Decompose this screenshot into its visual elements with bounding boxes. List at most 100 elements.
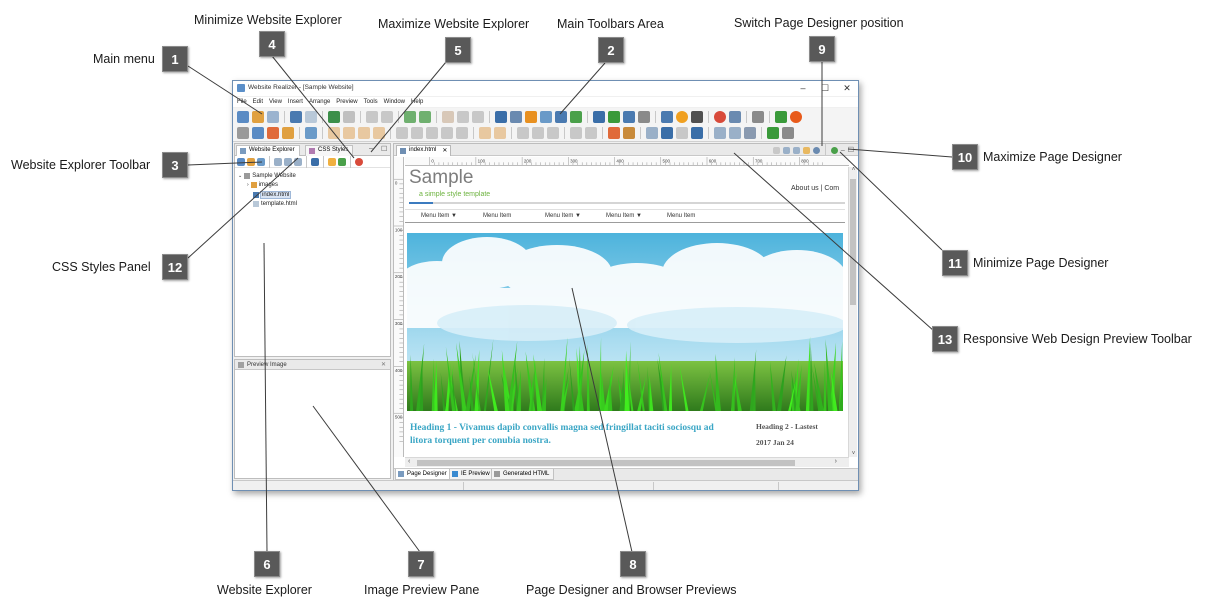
scroll-left-icon[interactable]: ‹ — [408, 458, 410, 465]
distribute-icon[interactable] — [456, 127, 468, 139]
vertical-scrollbar[interactable]: ˄ ˅ — [848, 167, 857, 457]
move-down-icon[interactable] — [257, 158, 265, 166]
import-icon[interactable] — [311, 158, 319, 166]
desktop-view-icon[interactable] — [772, 146, 780, 154]
move-icon[interactable] — [252, 127, 264, 139]
paste-icon[interactable] — [381, 111, 393, 123]
insert-flash-icon[interactable] — [691, 111, 703, 123]
zoom-icon[interactable] — [729, 127, 741, 139]
insert-form-icon[interactable] — [555, 111, 567, 123]
delete-icon[interactable] — [472, 111, 484, 123]
insert-iframe-icon[interactable] — [752, 111, 764, 123]
new-website-icon[interactable] — [237, 111, 249, 123]
align-right-icon[interactable] — [411, 127, 423, 139]
page-layout-icon[interactable] — [646, 127, 658, 139]
window-maximize-button[interactable]: ☐ — [814, 81, 836, 96]
minimize-website-explorer-button[interactable]: – — [369, 145, 373, 152]
tree-node-images[interactable]: › images — [238, 181, 297, 191]
tree-node-template[interactable]: template.html — [238, 200, 297, 210]
tab-ie-preview[interactable]: IE Preview — [449, 469, 495, 480]
scroll-right-icon[interactable]: › — [835, 458, 837, 465]
unlock-icon[interactable] — [585, 127, 597, 139]
design-canvas[interactable]: Sample a simple style template About us … — [405, 167, 845, 457]
hammer-icon[interactable] — [623, 127, 635, 139]
phone-view-icon[interactable] — [802, 146, 810, 154]
switch-designer-position-icon[interactable] — [830, 146, 838, 154]
print-icon[interactable] — [343, 111, 355, 123]
rename-icon[interactable] — [284, 158, 292, 166]
align-icon[interactable] — [282, 127, 294, 139]
insert-table-icon[interactable] — [570, 111, 582, 123]
copy-icon[interactable] — [366, 111, 378, 123]
insert-widget-icon[interactable] — [714, 111, 726, 123]
doc-tab-index[interactable]: index.html ✕ — [396, 145, 452, 156]
menu-view[interactable]: View — [269, 99, 282, 105]
page-properties-icon[interactable] — [274, 158, 282, 166]
refresh-preview-icon[interactable] — [812, 146, 820, 154]
window-close-button[interactable]: ✕ — [836, 81, 858, 96]
window-minimize-button[interactable]: – — [792, 81, 814, 96]
center-vertical-icon[interactable] — [494, 127, 506, 139]
maximize-page-designer-button[interactable]: ☐ — [848, 146, 854, 154]
scroll-up-icon[interactable]: ˄ — [849, 167, 858, 173]
align-top-icon[interactable] — [426, 127, 438, 139]
tree-node-index[interactable]: index.html — [238, 190, 297, 200]
close-preview-button[interactable]: ✕ — [381, 360, 386, 370]
hero-image-grass-sky[interactable] — [407, 233, 843, 411]
screenshot-icon[interactable] — [744, 127, 756, 139]
publish-icon[interactable] — [328, 111, 340, 123]
site-title[interactable]: Sample — [409, 167, 473, 189]
insert-input-icon[interactable] — [510, 111, 522, 123]
pin-icon[interactable] — [608, 127, 620, 139]
menu-edit[interactable]: Edit — [253, 99, 263, 105]
publish-site-icon[interactable] — [767, 127, 779, 139]
same-height-icon[interactable] — [532, 127, 544, 139]
insert-html-icon[interactable] — [729, 111, 741, 123]
firefox-preview-icon[interactable] — [790, 111, 802, 123]
tree-node-root[interactable]: ⌄ Sample Website — [238, 171, 297, 181]
tab-page-designer[interactable]: Page Designer — [395, 469, 452, 480]
options-icon[interactable] — [782, 127, 794, 139]
seo-icon[interactable] — [775, 111, 787, 123]
cut-icon[interactable] — [442, 111, 454, 123]
tab-website-explorer[interactable]: Website Explorer — [236, 145, 300, 156]
insert-image-icon[interactable] — [593, 111, 605, 123]
insert-line-icon[interactable] — [525, 111, 537, 123]
nav-menu-item-4[interactable]: Menu Item ▼ — [606, 213, 642, 219]
content-date[interactable]: 2017 Jan 24 — [756, 438, 794, 447]
nav-menu-item-2[interactable]: Menu Item — [483, 213, 511, 219]
center-horizontal-icon[interactable] — [479, 127, 491, 139]
tab-css-styles[interactable]: CSS Styles — [305, 145, 354, 156]
expand-icon[interactable] — [328, 158, 336, 166]
bring-forward-icon[interactable] — [328, 127, 340, 139]
menu-help[interactable]: Help — [411, 99, 423, 105]
content-heading-1[interactable]: Heading 1 - Vivamus dapib convallis magn… — [410, 422, 730, 448]
ungroup-icon[interactable] — [373, 127, 385, 139]
insert-list-icon[interactable] — [540, 111, 552, 123]
insert-shape-icon[interactable] — [676, 111, 688, 123]
grid-icon[interactable] — [237, 127, 249, 139]
page-properties-icon[interactable] — [305, 111, 317, 123]
top-links[interactable]: About us | Com — [791, 185, 839, 192]
mobile-layout-icon[interactable] — [691, 127, 703, 139]
menu-file[interactable]: File — [237, 99, 247, 105]
site-tagline[interactable]: a simple style template — [419, 191, 490, 198]
open-website-icon[interactable] — [252, 111, 264, 123]
save-website-icon[interactable] — [267, 111, 279, 123]
add-page-icon[interactable] — [237, 158, 245, 166]
nav-menu-item-3[interactable]: Menu Item ▼ — [545, 213, 581, 219]
send-backward-icon[interactable] — [343, 127, 355, 139]
delete-page-icon[interactable] — [355, 158, 363, 166]
tablet-portrait-icon[interactable] — [792, 146, 800, 154]
redo-icon[interactable] — [419, 111, 431, 123]
menu-preview[interactable]: Preview — [336, 99, 357, 105]
same-width-icon[interactable] — [517, 127, 529, 139]
content-heading-2[interactable]: Heading 2 - Lastest — [756, 422, 818, 431]
align-left-icon[interactable] — [396, 127, 408, 139]
add-folder-icon[interactable] — [247, 158, 255, 166]
duplicate-icon[interactable] — [457, 111, 469, 123]
menu-insert[interactable]: Insert — [288, 99, 303, 105]
menu-tools[interactable]: Tools — [364, 99, 378, 105]
tablet-landscape-icon[interactable] — [782, 146, 790, 154]
menu-arrange[interactable]: Arrange — [309, 99, 330, 105]
